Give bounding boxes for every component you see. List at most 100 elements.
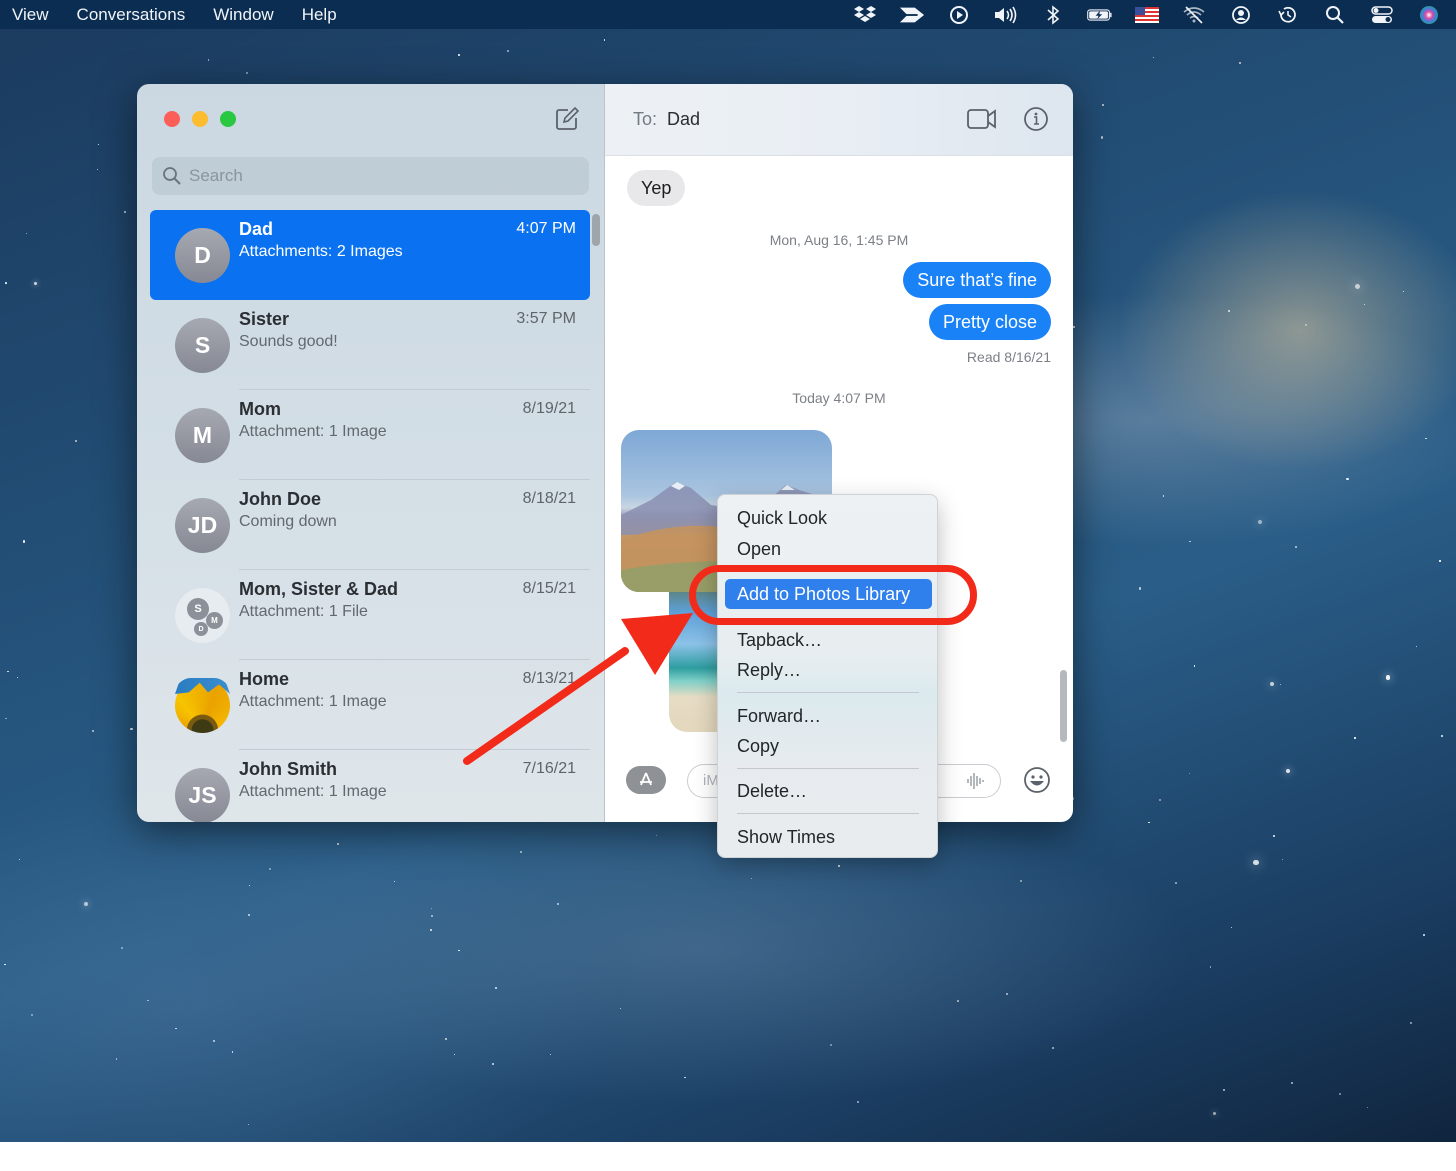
search-input[interactable]: Search (152, 157, 589, 195)
page-bottom-margin (0, 1142, 1456, 1171)
star (96, 168, 99, 171)
star (603, 39, 606, 42)
wifi-off-icon[interactable] (1181, 4, 1207, 26)
info-icon[interactable] (1023, 106, 1049, 132)
window-minimize-button[interactable] (192, 111, 208, 127)
star (1367, 1106, 1369, 1108)
conversation-item[interactable]: JS John Smith Attachment: 1 Image 7/16/2… (150, 750, 590, 822)
star (115, 1058, 118, 1060)
star (245, 71, 248, 74)
time-machine-icon[interactable] (1275, 4, 1301, 26)
conversation-time: 8/18/21 (522, 490, 576, 507)
star (1148, 821, 1150, 823)
battery-charging-icon[interactable] (1087, 4, 1113, 26)
menu-item-delete[interactable]: Delete… (718, 777, 939, 805)
control-center-icon[interactable] (1369, 4, 1395, 26)
star (957, 1000, 959, 1002)
avatar: JD (175, 498, 230, 553)
bluetooth-icon[interactable] (1040, 4, 1066, 26)
read-receipt: Read 8/16/21 (966, 349, 1051, 365)
user-account-icon[interactable] (1228, 4, 1254, 26)
star (1339, 1092, 1342, 1096)
conversation-item[interactable]: JD John Doe Coming down 8/18/21 (150, 480, 590, 570)
window-close-button[interactable] (164, 111, 180, 127)
sidebar: Search D Dad Attachments: 2 Images 4:07 … (137, 84, 605, 822)
conversation-preview: Attachment: 1 Image (239, 783, 387, 800)
play-circle-icon[interactable] (946, 4, 972, 26)
chat-scrollbar[interactable] (1060, 670, 1067, 742)
menu-bar: View Conversations Window Help (0, 0, 1456, 29)
conversation-name: Mom, Sister & Dad (239, 579, 399, 599)
facetime-video-icon[interactable] (967, 108, 997, 130)
star (16, 676, 19, 679)
conversation-time: 8/13/21 (522, 670, 576, 687)
conversation-item[interactable]: D Dad Attachments: 2 Images 4:07 PM (150, 210, 590, 300)
audio-message-icon[interactable] (965, 771, 985, 791)
menu-item-tapback[interactable]: Tapback… (718, 626, 939, 654)
star (431, 907, 433, 909)
star (120, 946, 124, 950)
star (495, 987, 497, 990)
star (1212, 1111, 1216, 1115)
incoming-message-bubble[interactable]: Yep (627, 170, 686, 206)
star (1304, 323, 1308, 326)
star (1189, 540, 1191, 543)
star (231, 1051, 234, 1053)
star (1230, 927, 1232, 929)
search-icon (162, 166, 182, 186)
conversation-name: John Smith (239, 759, 337, 779)
conversation-item[interactable]: S Sister Sounds good! 3:57 PM (150, 300, 590, 390)
outgoing-message-bubble[interactable]: Sure that’s fine (903, 262, 1051, 298)
menu-separator (737, 813, 919, 814)
menu-view[interactable]: View (12, 5, 49, 25)
star (1423, 934, 1425, 936)
menu-help[interactable]: Help (302, 5, 337, 25)
star (1279, 684, 1281, 686)
star (458, 949, 460, 952)
star (337, 842, 339, 845)
star (91, 729, 94, 732)
menu-item-copy[interactable]: Copy (718, 732, 939, 760)
group-member-avatar: D (194, 622, 208, 636)
conversation-time: 8/15/21 (522, 580, 576, 597)
recipient-name[interactable]: Dad (667, 109, 700, 130)
conversation-item[interactable]: M Mom Attachment: 1 Image 8/19/21 (150, 390, 590, 480)
siri-icon[interactable] (1416, 4, 1442, 26)
spotlight-search-icon[interactable] (1322, 4, 1348, 26)
menu-window[interactable]: Window (213, 5, 273, 25)
menu-conversations[interactable]: Conversations (77, 5, 186, 25)
star (1174, 881, 1177, 885)
menu-item-forward[interactable]: Forward… (718, 702, 939, 730)
conversation-item[interactable]: S M D Mom, Sister & Dad Attachment: 1 Fi… (150, 570, 590, 660)
emoji-picker-icon[interactable] (1023, 766, 1051, 794)
star (458, 53, 461, 56)
dropbox-icon[interactable] (852, 4, 878, 26)
conversation-name: Sister (239, 309, 290, 329)
star (1228, 310, 1231, 312)
app-store-apps-button[interactable] (626, 766, 666, 794)
star (248, 1124, 250, 1126)
paperplane-app-icon[interactable] (899, 4, 925, 26)
volume-icon[interactable] (993, 4, 1019, 26)
menu-item-reply[interactable]: Reply… (718, 656, 939, 684)
compose-icon[interactable] (555, 106, 580, 131)
conversation-name: John Doe (239, 489, 322, 509)
star (1354, 283, 1361, 290)
conversation-item[interactable]: Home Attachment: 1 Image 8/13/21 (150, 660, 590, 750)
star (147, 999, 149, 1002)
menu-item-quick-look[interactable]: Quick Look (718, 504, 939, 532)
star (430, 929, 432, 931)
star (213, 1040, 216, 1042)
outgoing-message-bubble[interactable]: Pretty close (928, 304, 1051, 340)
menu-separator (737, 692, 919, 693)
menu-item-open[interactable]: Open (718, 535, 939, 563)
star (1257, 519, 1263, 525)
menu-item-add-to-photos-library[interactable]: Add to Photos Library (725, 579, 932, 609)
sidebar-scrollbar[interactable] (592, 214, 600, 246)
window-zoom-button[interactable] (220, 111, 236, 127)
menu-item-show-times[interactable]: Show Times (718, 823, 939, 851)
conversation-preview: Attachment: 1 File (239, 603, 368, 620)
star (491, 1062, 494, 1065)
conversation-preview: Coming down (239, 513, 337, 530)
us-flag-input-icon[interactable] (1134, 4, 1160, 26)
